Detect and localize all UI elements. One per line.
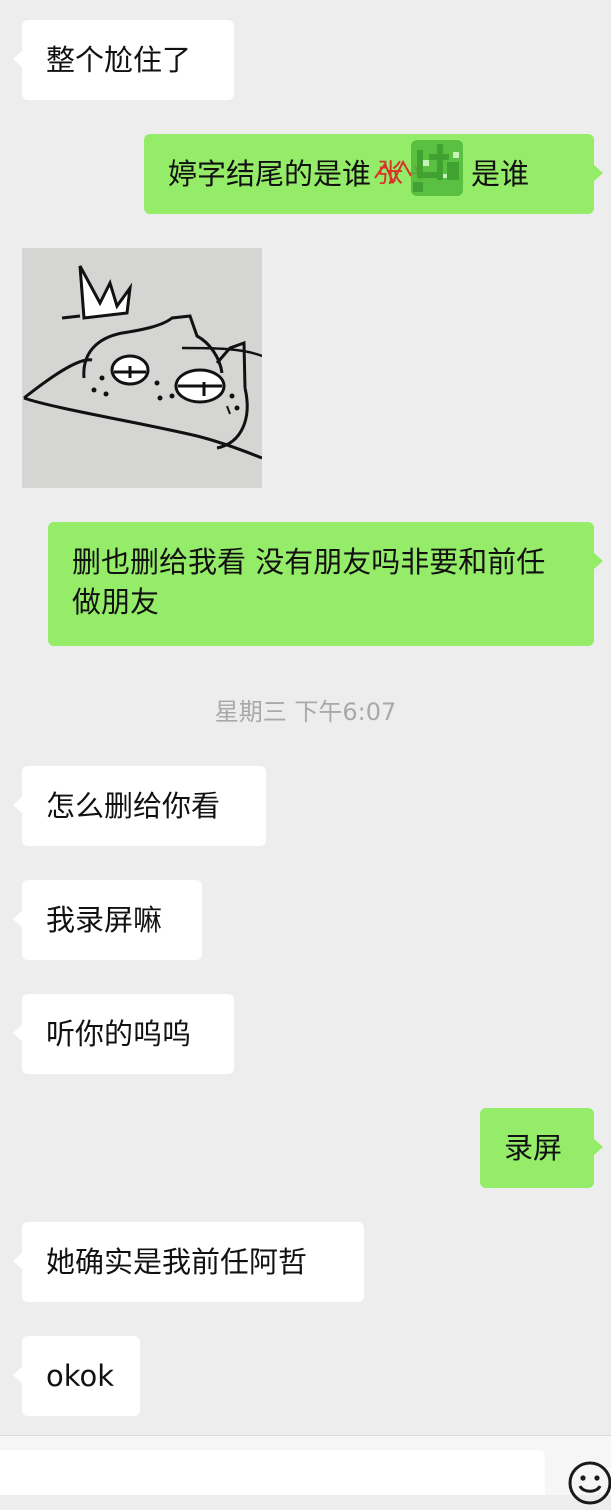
message-text: 她确实是我前任阿哲 bbox=[46, 1245, 308, 1279]
message-text: 听你的呜呜 bbox=[46, 1017, 192, 1051]
message-text-before-redaction: 婷字结尾的是谁 bbox=[168, 157, 372, 191]
sleepy-cat-with-crown-sticker-icon bbox=[23, 265, 263, 460]
message-text: 录屏 bbox=[504, 1131, 563, 1165]
message-input-field[interactable] bbox=[0, 1450, 545, 1495]
incoming-message-bubble[interactable]: okok bbox=[13, 1336, 140, 1416]
incoming-message-bubble[interactable]: 怎么删给你看 bbox=[13, 766, 266, 846]
incoming-message-bubble[interactable]: 整个尬住了 bbox=[13, 20, 234, 100]
incoming-message-bubble[interactable]: 听你的呜呜 bbox=[13, 994, 234, 1074]
outgoing-message-bubble[interactable]: 录屏 bbox=[480, 1108, 603, 1188]
incoming-message-bubble[interactable]: 她确实是我前任阿哲 bbox=[13, 1222, 364, 1302]
timestamp-divider: 星期三 下午6:07 bbox=[214, 698, 397, 726]
message-text: 怎么删给你看 bbox=[46, 789, 221, 823]
message-text-after-redaction: 是谁 bbox=[471, 157, 530, 191]
message-text: 我录屏嘛 bbox=[46, 903, 163, 937]
outgoing-message-bubble[interactable]: 婷字结尾的是谁 张 是谁 bbox=[144, 134, 603, 214]
incoming-message-bubble[interactable]: 我录屏嘛 bbox=[13, 880, 202, 960]
redaction-scribble: 张 bbox=[371, 140, 471, 196]
chat-message-list[interactable]: 整个尬住了 婷字结尾的是谁 张 是谁 删也删给我看 没有朋友吗非要和前任做朋友 … bbox=[0, 0, 611, 1494]
chat-input-bar bbox=[0, 1435, 611, 1505]
message-text: 删也删给我看 没有朋友吗非要和前任做朋友 bbox=[72, 545, 546, 619]
outgoing-message-bubble[interactable]: 删也删给我看 没有朋友吗非要和前任做朋友 bbox=[48, 522, 603, 646]
sticker-message[interactable] bbox=[22, 248, 263, 488]
message-text: 整个尬住了 bbox=[46, 43, 192, 77]
message-text: okok bbox=[46, 1359, 115, 1393]
emoji-face-icon[interactable] bbox=[567, 1460, 611, 1506]
